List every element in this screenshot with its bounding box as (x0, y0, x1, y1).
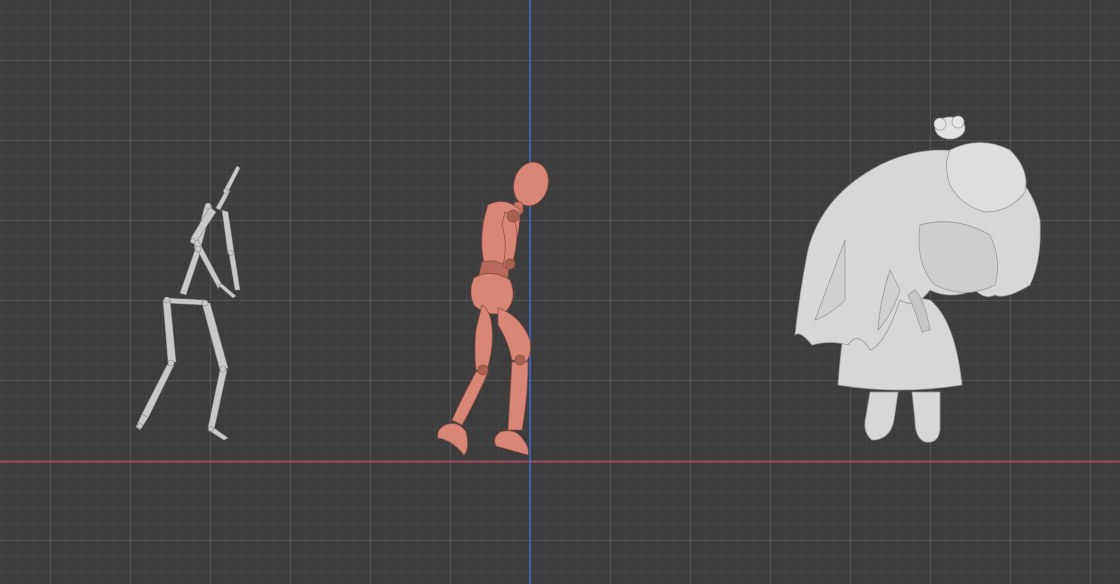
armature-skeleton[interactable] (135, 165, 241, 441)
character-model[interactable] (794, 115, 1041, 443)
mannequin-figure[interactable] (437, 158, 553, 456)
3d-viewport[interactable] (0, 0, 1120, 584)
viewport-scene (0, 0, 1120, 584)
